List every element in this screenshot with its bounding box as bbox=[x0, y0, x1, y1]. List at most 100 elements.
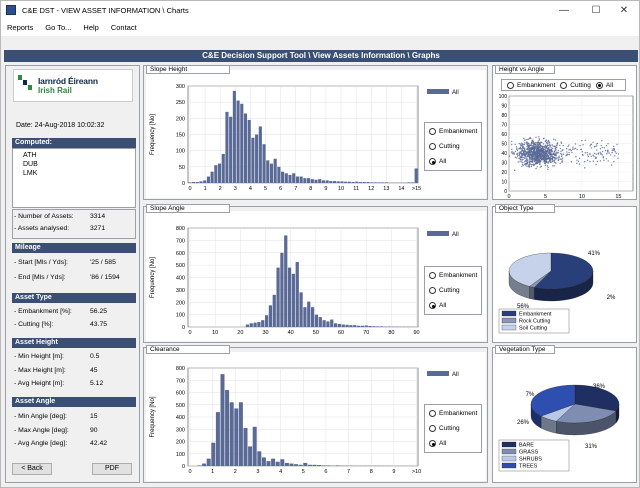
histogram-bar bbox=[307, 301, 311, 327]
scatter-point bbox=[540, 158, 542, 161]
scatter-point bbox=[522, 161, 524, 164]
close-button[interactable]: ✕ bbox=[609, 1, 639, 19]
x-tick-label: 10 bbox=[338, 186, 344, 192]
minimize-button[interactable]: — bbox=[549, 1, 579, 19]
radio-all[interactable]: All bbox=[429, 302, 446, 309]
back-button[interactable]: < Back bbox=[12, 463, 52, 475]
histogram-bar bbox=[275, 461, 280, 466]
x-tick-label: 9 bbox=[324, 186, 327, 192]
scatter-point bbox=[519, 148, 522, 150]
menu-help[interactable]: Help bbox=[83, 23, 98, 32]
scatter-point bbox=[543, 151, 546, 154]
histogram-bar bbox=[356, 325, 361, 327]
x-tick-label: 40 bbox=[288, 330, 294, 336]
scatter-point bbox=[526, 146, 528, 148]
radio-cutting[interactable]: Cutting bbox=[429, 143, 460, 150]
pie-side bbox=[529, 286, 535, 300]
scatter-point bbox=[534, 161, 536, 163]
scatter-point bbox=[543, 145, 545, 148]
scatter-point bbox=[518, 152, 521, 154]
max-angle-value: 90 bbox=[90, 427, 98, 434]
scatter-point bbox=[525, 152, 527, 155]
menu-reports[interactable]: Reports bbox=[7, 23, 33, 32]
scatter-point bbox=[562, 153, 565, 155]
scatter-point bbox=[554, 153, 556, 155]
scatter-point bbox=[607, 149, 609, 151]
scatter-point bbox=[612, 149, 614, 152]
scatter-point bbox=[545, 141, 548, 144]
histogram-bar bbox=[307, 464, 312, 466]
scatter-point bbox=[549, 158, 552, 160]
x-tick-label: 10 bbox=[579, 194, 585, 200]
scatter-point bbox=[601, 150, 604, 153]
scatter-point bbox=[516, 147, 518, 149]
scatter-point bbox=[617, 153, 620, 155]
x-tick-label: 0 bbox=[188, 469, 191, 475]
scatter-point bbox=[537, 144, 539, 147]
max-height-value: 45 bbox=[90, 367, 98, 374]
radio-all[interactable]: All bbox=[429, 158, 446, 165]
scatter-point bbox=[525, 159, 528, 161]
scatter-point bbox=[587, 155, 590, 158]
scatter-point bbox=[533, 157, 535, 160]
scatter-point bbox=[520, 156, 522, 158]
legend-label: Embankment bbox=[519, 312, 552, 318]
mileage-end-label: - End [Mls / Yds]: bbox=[14, 274, 66, 281]
scatter-point bbox=[605, 158, 608, 160]
scatter-point bbox=[521, 151, 523, 153]
cutting-pct-row: - Cutting [%]: 43.75 bbox=[14, 321, 107, 328]
scatter-point bbox=[590, 155, 592, 158]
y-tick-label: 500 bbox=[176, 263, 185, 269]
scatter-point bbox=[560, 142, 563, 144]
radio-all-label: All bbox=[439, 158, 447, 165]
scatter-point bbox=[559, 162, 561, 165]
scatter-point bbox=[586, 154, 589, 156]
radio-cutting[interactable]: Cutting bbox=[429, 287, 460, 294]
histogram-bar bbox=[271, 458, 276, 466]
radio-embankment[interactable]: Embankment bbox=[429, 128, 477, 135]
scatter-point bbox=[566, 153, 568, 156]
min-angle-row: - Min Angle [deg]: 15 bbox=[14, 413, 98, 420]
radio-embankment[interactable]: Embankment bbox=[429, 410, 477, 417]
scatter-point bbox=[519, 160, 521, 163]
scatter-point bbox=[547, 143, 549, 145]
max-height-row: - Max Height [m]: 45 bbox=[14, 367, 98, 374]
scatter-point bbox=[547, 152, 550, 154]
scatter-point bbox=[530, 144, 533, 147]
x-tick-label: 3 bbox=[256, 469, 259, 475]
maximize-button[interactable]: ☐ bbox=[581, 1, 611, 19]
histogram-bar bbox=[251, 137, 255, 183]
y-tick-label: 150 bbox=[176, 133, 185, 139]
histogram-bar bbox=[257, 322, 261, 327]
radio-embankment[interactable]: Embankment bbox=[429, 272, 477, 279]
radio-cutting[interactable]: Cutting bbox=[429, 425, 460, 432]
histogram-bar bbox=[269, 163, 274, 183]
scatter-point bbox=[593, 152, 596, 155]
histogram-bar bbox=[258, 126, 262, 183]
radio-all[interactable]: All bbox=[429, 440, 446, 447]
mileage-header: Mileage bbox=[12, 243, 136, 253]
menu-contact[interactable]: Contact bbox=[111, 23, 137, 32]
scatter-point bbox=[603, 159, 605, 162]
app-icon bbox=[6, 5, 16, 15]
pdf-button[interactable]: PDF bbox=[92, 463, 132, 475]
scatter-point bbox=[580, 148, 582, 151]
scatter-point bbox=[535, 152, 538, 154]
menu-goto[interactable]: Go To... bbox=[45, 23, 71, 32]
scatter-point bbox=[578, 163, 581, 165]
min-height-value: 0.5 bbox=[90, 353, 100, 360]
scatter-point bbox=[550, 157, 552, 159]
y-tick-label: 400 bbox=[176, 415, 185, 421]
title-bar: C&E DST - VIEW ASSET INFORMATION \ Chart… bbox=[1, 1, 639, 19]
y-tick-label: 600 bbox=[176, 391, 185, 397]
radio-circle-icon bbox=[429, 272, 436, 279]
scatter-point bbox=[549, 152, 551, 155]
histogram-bar bbox=[295, 176, 299, 183]
histogram-bar bbox=[288, 174, 292, 183]
histogram-bar bbox=[245, 324, 250, 327]
x-tick-label: 15 bbox=[615, 194, 621, 200]
scatter-point bbox=[533, 143, 536, 146]
cutting-pct-label: - Cutting [%]: bbox=[14, 321, 54, 328]
clearance-panel: 0 100 200 300 400 500 600 700 800 0 1 2 3 4 5 6 7 8 9 >10 Fr… bbox=[143, 345, 488, 483]
y-tick-label: 20 bbox=[501, 170, 507, 176]
